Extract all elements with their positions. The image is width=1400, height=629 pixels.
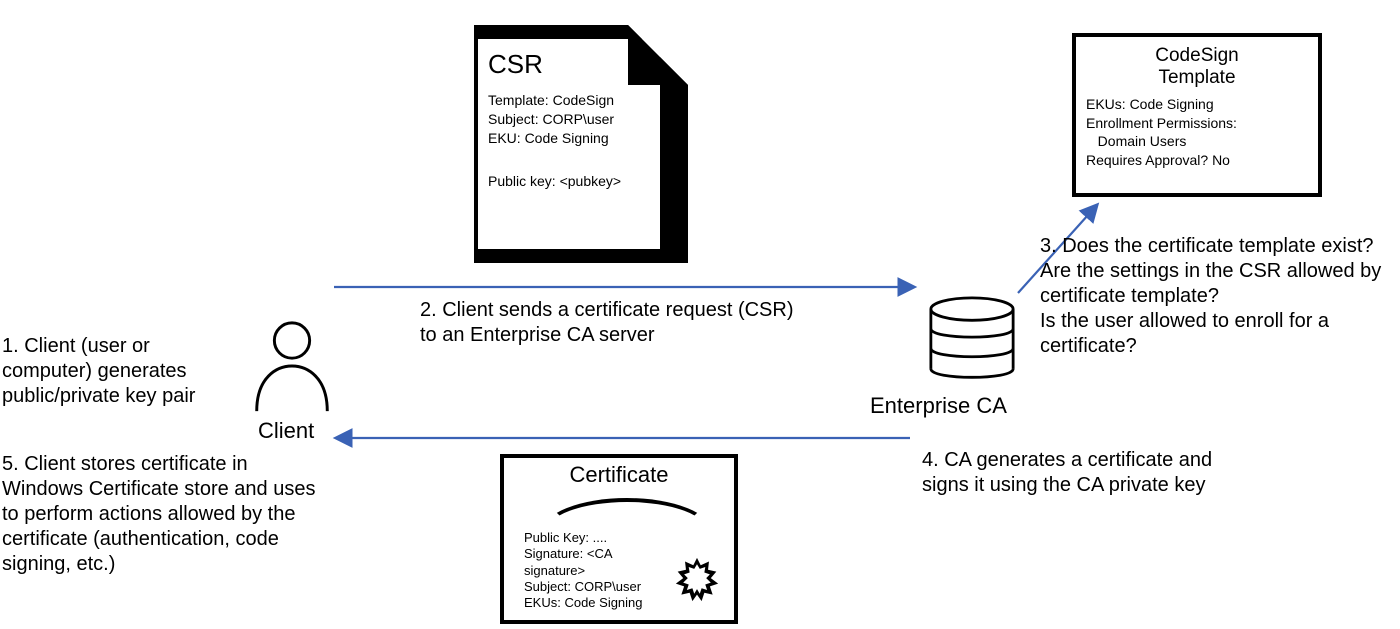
certificate-sig-line1: Signature: <CA [524, 546, 664, 562]
template-eku-line: EKUs: Code Signing [1086, 95, 1308, 114]
template-title-line2: Template [1158, 67, 1235, 88]
csr-fields: Template: CodeSign Subject: CORP\user EK… [488, 91, 614, 148]
template-perm-line2: Domain Users [1086, 132, 1308, 151]
certificate-seal-icon [674, 556, 720, 602]
step-2-text: 2. Client sends a certificate request (C… [420, 298, 800, 348]
certificate-sig-line2: signature> [524, 563, 664, 579]
csr-eku-line: EKU: Code Signing [488, 129, 614, 148]
certificate-eku-line: EKUs: Code Signing [524, 595, 664, 611]
certificate-pubkey-line: Public Key: .... [524, 530, 664, 546]
csr-document: CSR Template: CodeSign Subject: CORP\use… [462, 25, 700, 263]
template-title: CodeSign Template [1086, 45, 1308, 89]
csr-pubkey-line: Public key: <pubkey> [488, 173, 621, 189]
step-3-text: 3. Does the certificate template exist? … [1040, 234, 1400, 359]
csr-dogear-icon [628, 25, 688, 85]
certificate-title: Certificate [504, 462, 734, 488]
step-5-text: 5. Client stores certificate in Windows … [2, 452, 332, 577]
certificate-box: Certificate Public Key: .... Signature: … [500, 454, 738, 624]
csr-subject-line: Subject: CORP\user [488, 110, 614, 129]
template-fields: EKUs: Code Signing Enrollment Permission… [1086, 95, 1308, 171]
certificate-subject-line: Subject: CORP\user [524, 579, 664, 595]
client-label: Client [258, 418, 314, 444]
certificate-fields: Public Key: .... Signature: <CA signatur… [524, 530, 664, 611]
step-4-text: 4. CA generates a certificate and signs … [922, 448, 1262, 498]
step-3-line-b: Are the settings in the CSR allowed by c… [1040, 259, 1400, 309]
step-3-line-c: Is the user allowed to enroll for a cert… [1040, 309, 1400, 359]
template-perm-line1: Enrollment Permissions: [1086, 114, 1308, 133]
diagram-stage: CSR Template: CodeSign Subject: CORP\use… [0, 0, 1400, 629]
csr-template-line: Template: CodeSign [488, 91, 614, 110]
client-person-icon [243, 317, 341, 415]
step-1-text: 1. Client (user or computer) generates p… [2, 334, 242, 409]
codesign-template-box: CodeSign Template EKUs: Code Signing Enr… [1072, 33, 1322, 197]
template-title-line1: CodeSign [1155, 45, 1238, 66]
csr-title: CSR [488, 49, 543, 80]
enterprise-ca-database-icon [925, 296, 1019, 382]
template-approval-line: Requires Approval? No [1086, 151, 1308, 170]
enterprise-ca-label: Enterprise CA [870, 393, 1007, 419]
step-3-line-a: 3. Does the certificate template exist? [1040, 234, 1400, 259]
